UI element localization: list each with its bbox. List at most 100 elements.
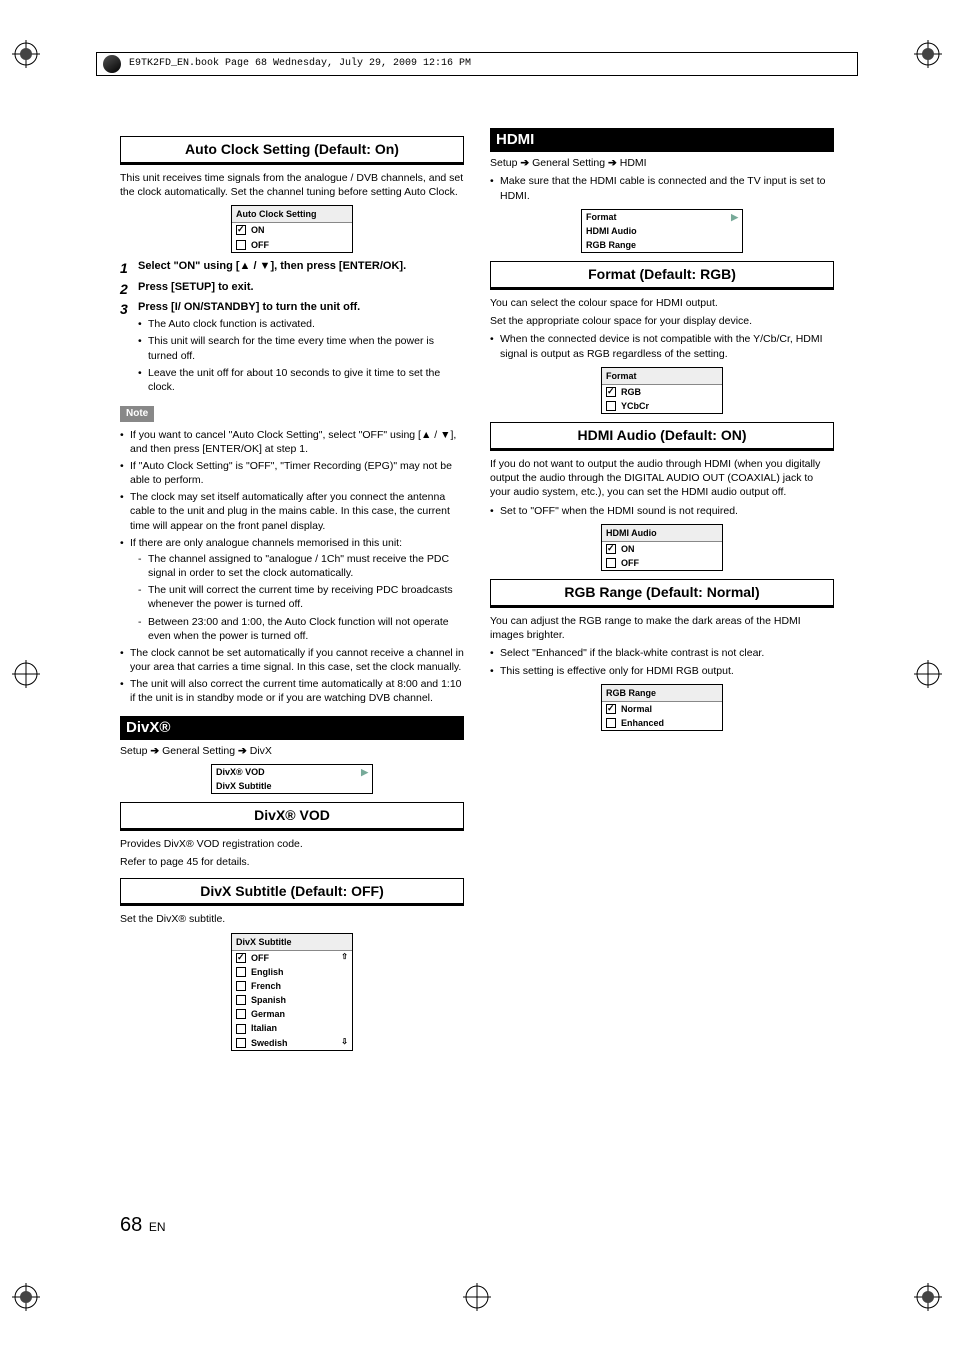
content-columns: Auto Clock Setting (Default: On) This un… — [120, 128, 834, 1057]
checkbox-empty-icon — [236, 981, 246, 991]
note-bul-3: If there are only analogue channels memo… — [120, 536, 464, 643]
format-p1: You can select the colour space for HDMI… — [490, 296, 834, 310]
menu-divxsub-fr: French — [232, 979, 352, 993]
checkbox-empty-icon — [236, 967, 246, 977]
menu-hdmi-format: Format▶ — [582, 210, 742, 224]
heading-divx: DivX® — [120, 716, 464, 740]
menu-autoclock-title: Auto Clock Setting — [232, 206, 352, 223]
menu-divxsub-off: OFF⇧ — [232, 951, 352, 965]
checkbox-empty-icon — [236, 240, 246, 250]
menu-rgb-title: RGB Range — [602, 685, 722, 702]
menu-divxsub-title: DivX Subtitle — [232, 934, 352, 951]
menu-rgb-normal: Normal — [602, 702, 722, 716]
autoclock-intro: This unit receives time signals from the… — [120, 171, 464, 199]
regmark-bm — [463, 1283, 491, 1311]
menu-audio-off: OFF — [602, 556, 722, 570]
menu-autoclock-on: ON — [232, 223, 352, 237]
menu-rgb-enhanced: Enhanced — [602, 716, 722, 730]
checkbox-checked-icon — [236, 953, 246, 963]
page-number: 68 — [120, 1214, 142, 1236]
divxvod-p1: Provides DivX® VOD registration code. — [120, 837, 464, 851]
note-bul2-0: The clock cannot be set automatically if… — [120, 646, 464, 674]
menu-format: Format RGB YCbCr — [601, 367, 723, 414]
regmark-bl — [12, 1283, 40, 1311]
step-3: Press [I/ ON/STANDBY] to turn the unit o… — [120, 300, 464, 394]
audio-bullets: Set to "OFF" when the HDMI sound is not … — [490, 504, 834, 518]
rgb-bullets: Select "Enhanced" if the black-white con… — [490, 646, 834, 677]
rgb-p1: You can adjust the RGB range to make the… — [490, 614, 834, 642]
checkbox-checked-icon — [236, 225, 246, 235]
format-bullets: When the connected device is not compati… — [490, 332, 834, 360]
step-1: Select "ON" using [▲ / ▼], then press [E… — [120, 259, 464, 274]
menu-autoclock: Auto Clock Setting ON OFF — [231, 205, 353, 252]
note-dash-0: The channel assigned to "analogue / 1Ch"… — [138, 552, 464, 580]
heading-format: Format (Default: RGB) — [490, 261, 834, 290]
note-bullets: If you want to cancel "Auto Clock Settin… — [120, 428, 464, 706]
heading-hdmi-audio: HDMI Audio (Default: ON) — [490, 422, 834, 451]
menu-format-rgb: RGB — [602, 385, 722, 399]
checkbox-empty-icon — [606, 401, 616, 411]
step3-bul-0: The Auto clock function is activated. — [138, 317, 464, 331]
autoclock-steps: Select "ON" using [▲ / ▼], then press [E… — [120, 259, 464, 394]
menu-divxsub-it: Italian — [232, 1021, 352, 1035]
arrow-right-icon: ➔ — [608, 157, 617, 169]
header-dot-icon — [103, 55, 121, 73]
checkbox-empty-icon — [236, 1009, 246, 1019]
rgb-bul-0: Select "Enhanced" if the black-white con… — [490, 646, 834, 660]
step-2: Press [SETUP] to exit. — [120, 280, 464, 295]
breadcrumb-hdmi: Setup ➔ General Setting ➔ HDMI — [490, 156, 834, 170]
checkbox-empty-icon — [236, 995, 246, 1005]
menu-divxsub-en: English — [232, 965, 352, 979]
checkbox-checked-icon — [606, 387, 616, 397]
heading-divxvod: DivX® VOD — [120, 802, 464, 831]
page-lang: EN — [149, 1220, 166, 1234]
page: E9TK2FD_EN.book Page 68 Wednesday, July … — [0, 0, 954, 1351]
note-label: Note — [120, 406, 154, 422]
note-bul-1: If "Auto Clock Setting" is "OFF", "Timer… — [120, 459, 464, 487]
header-text: E9TK2FD_EN.book Page 68 Wednesday, July … — [129, 57, 471, 71]
step3-bul-1: This unit will search for the time every… — [138, 334, 464, 362]
menu-format-ycbcr: YCbCr — [602, 399, 722, 413]
menu-hdmi: Format▶ HDMI Audio RGB Range — [581, 209, 743, 253]
menu-autoclock-off: OFF — [232, 238, 352, 252]
rgb-bul-1: This setting is effective only for HDMI … — [490, 664, 834, 678]
checkbox-empty-icon — [236, 1024, 246, 1034]
right-column: HDMI Setup ➔ General Setting ➔ HDMI Make… — [490, 128, 834, 1057]
note-bul-2: The clock may set itself automatically a… — [120, 490, 464, 533]
regmark-mr — [914, 660, 942, 688]
menu-format-title: Format — [602, 368, 722, 385]
page-footer: 68 EN — [120, 1212, 166, 1239]
note-dash-1: The unit will correct the current time b… — [138, 583, 464, 611]
note-bul2-1: The unit will also correct the current t… — [120, 677, 464, 705]
note-bul-0: If you want to cancel "Auto Clock Settin… — [120, 428, 464, 456]
arrow-right-icon: ➔ — [238, 745, 247, 757]
checkbox-checked-icon — [606, 544, 616, 554]
menu-divx-subtitle: DivX Subtitle — [212, 779, 372, 793]
hdmi-bul-0: Make sure that the HDMI cable is connect… — [490, 174, 834, 202]
regmark-tl — [12, 40, 40, 68]
menu-divx-vod: DivX® VOD▶ — [212, 765, 372, 779]
note-dash-2: Between 23:00 and 1:00, the Auto Clock f… — [138, 615, 464, 643]
menu-divxsub: DivX Subtitle OFF⇧ English French Spanis… — [231, 933, 353, 1051]
step3-bullets: The Auto clock function is activated. Th… — [138, 317, 464, 394]
checkbox-empty-icon — [606, 558, 616, 568]
print-header: E9TK2FD_EN.book Page 68 Wednesday, July … — [96, 52, 858, 76]
heading-divxsub: DivX Subtitle (Default: OFF) — [120, 878, 464, 907]
divxvod-p2: Refer to page 45 for details. — [120, 855, 464, 869]
menu-hdmi-audio: HDMI Audio — [582, 224, 742, 238]
menu-divxsub-sv: Swedish⇩ — [232, 1036, 352, 1050]
checkbox-empty-icon — [236, 1038, 246, 1048]
regmark-ml — [12, 660, 40, 688]
menu-divxsub-de: German — [232, 1007, 352, 1021]
breadcrumb-divx: Setup ➔ General Setting ➔ DivX — [120, 744, 464, 758]
menu-divxsub-es: Spanish — [232, 993, 352, 1007]
format-p2: Set the appropriate colour space for you… — [490, 314, 834, 328]
menu-audio-title: HDMI Audio — [602, 525, 722, 542]
play-arrow-icon: ▶ — [731, 211, 738, 223]
scroll-down-icon: ⇩ — [341, 1037, 348, 1048]
heading-rgb-range: RGB Range (Default: Normal) — [490, 579, 834, 608]
arrow-right-icon: ➔ — [150, 745, 159, 757]
step3-bul-2: Leave the unit off for about 10 seconds … — [138, 366, 464, 394]
checkbox-checked-icon — [606, 704, 616, 714]
note-sub-dash: The channel assigned to "analogue / 1Ch"… — [138, 552, 464, 643]
